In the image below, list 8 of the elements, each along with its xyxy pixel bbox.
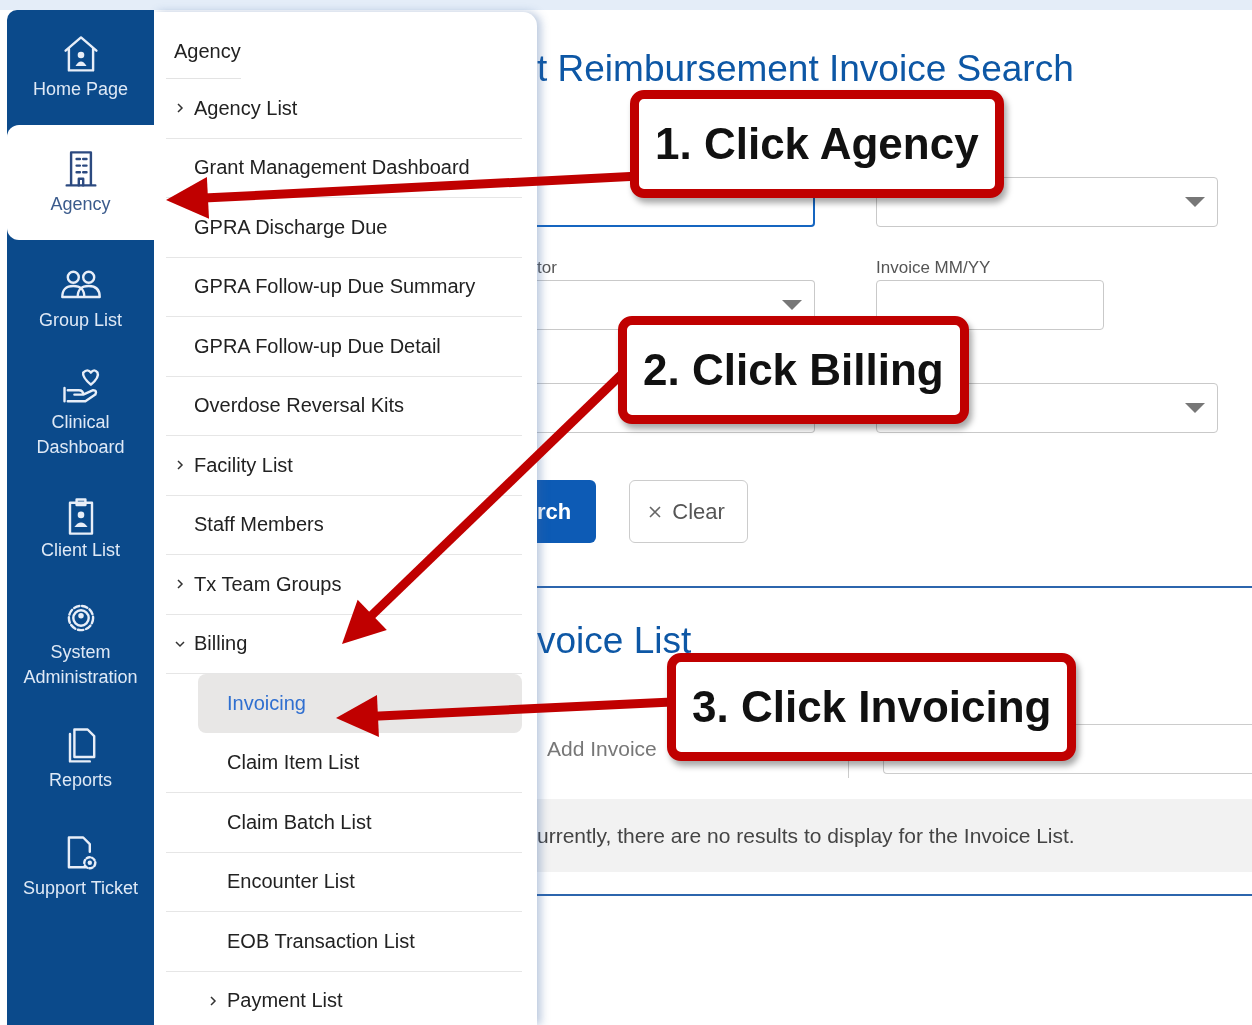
field-label: tor — [537, 257, 557, 279]
callout-tooltip: 3. Click Invoicing — [667, 653, 1077, 761]
empty-message: urrently, there are no results to display for the Invoice List. — [537, 823, 1075, 848]
menu-heading: Agency — [166, 24, 241, 79]
callout-tooltip: 1. Click Agency — [630, 90, 1004, 198]
field-label: Invoice MM/YY — [876, 257, 991, 279]
callout-tooltip: 2. Click Billing — [618, 316, 969, 424]
page-title: t Reimbursement Invoice Search — [537, 50, 1074, 88]
